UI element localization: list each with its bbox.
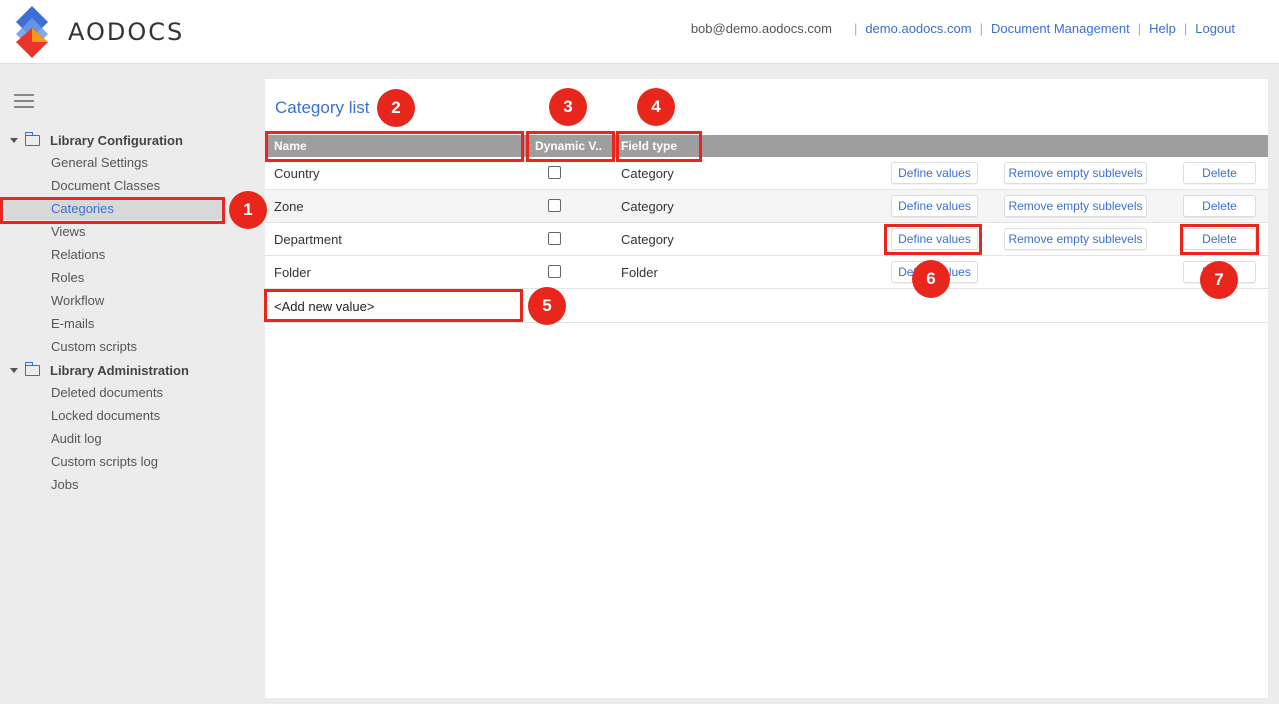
delete-button[interactable]: Delete — [1183, 162, 1256, 184]
field-type: Category — [621, 199, 674, 214]
top-links: bob@demo.aodocs.com | demo.aodocs.com | … — [691, 21, 1235, 36]
aodocs-logo[interactable]: AODOCS — [14, 6, 204, 58]
sidebar-item-emails[interactable]: E-mails — [51, 314, 94, 334]
group-label: Library Configuration — [50, 132, 183, 148]
sidebar-item-locked-documents[interactable]: Locked documents — [51, 406, 160, 426]
define-values-button[interactable]: Define values — [891, 228, 978, 250]
table-row: Folder Folder Define values Delete — [265, 256, 1268, 289]
sidebar-item-audit-log[interactable]: Audit log — [51, 429, 102, 449]
sidebar-item-roles[interactable]: Roles — [51, 268, 84, 288]
field-type: Category — [621, 166, 674, 181]
app-header: AODOCS bob@demo.aodocs.com | demo.aodocs… — [0, 0, 1279, 64]
link-document-management[interactable]: Document Management — [991, 21, 1130, 36]
table-header: Name Dynamic V.. Field type — [265, 135, 1268, 157]
link-domain[interactable]: demo.aodocs.com — [865, 21, 971, 36]
logo-text: AODOCS — [68, 18, 185, 46]
remove-empty-sublevels-button[interactable]: Remove empty sublevels — [1004, 195, 1147, 217]
annotation-badge: 7 — [1200, 261, 1238, 299]
category-name[interactable]: Zone — [274, 199, 304, 214]
separator: | — [1137, 21, 1142, 36]
table-row: Country Category Define values Remove em… — [265, 157, 1268, 190]
category-name[interactable]: Folder — [274, 265, 311, 280]
add-new-value-input[interactable] — [269, 294, 519, 318]
field-type: Category — [621, 232, 674, 247]
category-name[interactable]: Department — [274, 232, 342, 247]
dynamic-values-checkbox[interactable] — [548, 199, 561, 212]
dynamic-values-checkbox[interactable] — [548, 232, 561, 245]
sidebar-item-custom-scripts-log[interactable]: Custom scripts log — [51, 452, 158, 472]
table-row: Department Category Define values Remove… — [265, 223, 1268, 256]
field-type: Folder — [621, 265, 658, 280]
sidebar-item-views[interactable]: Views — [51, 222, 85, 242]
column-header-field-type[interactable]: Field type — [621, 139, 677, 153]
link-logout[interactable]: Logout — [1195, 21, 1235, 36]
remove-empty-sublevels-button[interactable]: Remove empty sublevels — [1004, 228, 1147, 250]
delete-button[interactable]: Delete — [1183, 195, 1256, 217]
group-label: Library Administration — [50, 362, 189, 378]
sidebar-item-workflow[interactable]: Workflow — [51, 291, 104, 311]
sidebar-item-custom-scripts[interactable]: Custom scripts — [51, 337, 137, 357]
separator: | — [979, 21, 983, 36]
annotation-badge: 2 — [377, 89, 415, 127]
user-email: bob@demo.aodocs.com — [690, 21, 832, 36]
add-new-row — [265, 289, 1268, 323]
define-values-button[interactable]: Define values — [891, 195, 978, 217]
annotation-badge: 1 — [229, 191, 267, 229]
folder-icon — [24, 361, 40, 376]
dynamic-values-checkbox[interactable] — [548, 265, 561, 278]
caret-down-icon[interactable] — [10, 137, 18, 143]
annotation-badge: 5 — [528, 287, 566, 325]
separator: | — [853, 21, 858, 36]
link-help[interactable]: Help — [1149, 21, 1176, 36]
annotation-badge: 6 — [912, 260, 950, 298]
annotation-badge: 4 — [637, 88, 675, 126]
remove-empty-sublevels-button[interactable]: Remove empty sublevels — [1004, 162, 1147, 184]
menu-icon[interactable] — [14, 94, 34, 108]
dynamic-values-checkbox[interactable] — [548, 166, 561, 179]
caret-down-icon[interactable] — [10, 367, 18, 373]
group-library-configuration[interactable]: Library Configuration — [10, 130, 183, 150]
separator: | — [1183, 21, 1188, 36]
column-header-dynamic-values[interactable]: Dynamic V.. — [535, 139, 602, 153]
column-header-name[interactable]: Name — [274, 139, 307, 153]
sidebar-item-deleted-documents[interactable]: Deleted documents — [51, 383, 163, 403]
delete-button[interactable]: Delete — [1183, 228, 1256, 250]
sidebar-item-general-settings[interactable]: General Settings — [51, 153, 148, 173]
category-name[interactable]: Country — [274, 166, 320, 181]
folder-icon — [24, 131, 40, 146]
sidebar-item-jobs[interactable]: Jobs — [51, 475, 78, 495]
page-title: Category list — [275, 98, 370, 117]
logo-icon — [16, 6, 48, 58]
annotation-badge: 3 — [549, 88, 587, 126]
define-values-button[interactable]: Define values — [891, 162, 978, 184]
sidebar: Library Configuration General Settings D… — [0, 64, 264, 704]
sidebar-item-relations[interactable]: Relations — [51, 245, 105, 265]
sidebar-item-document-classes[interactable]: Document Classes — [51, 176, 160, 196]
sidebar-item-categories[interactable]: Categories — [51, 199, 114, 219]
table-row: Zone Category Define values Remove empty… — [265, 190, 1268, 223]
group-library-administration[interactable]: Library Administration — [10, 360, 189, 380]
category-list-panel: Category list Name Dynamic V.. Field typ… — [265, 79, 1268, 698]
